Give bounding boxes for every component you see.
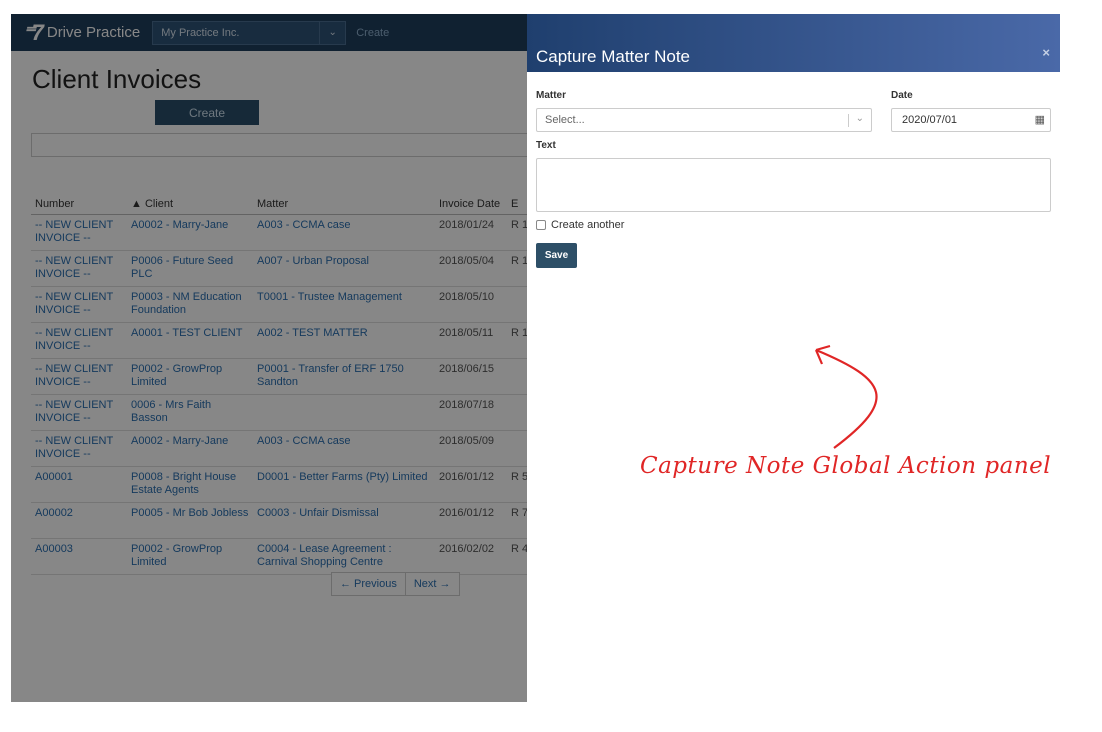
create-another-checkbox[interactable]: Create another — [536, 219, 624, 231]
annotation-arrow-icon — [814, 344, 878, 449]
annotation-label: Capture Note Global Action panel — [640, 453, 1052, 479]
date-label: Date — [891, 90, 913, 101]
calendar-icon[interactable]: ▦ — [1035, 113, 1045, 126]
modal-backdrop[interactable] — [11, 14, 527, 702]
panel-title: Capture Matter Note — [536, 47, 691, 66]
panel-header: Capture Matter Note × — [527, 14, 1060, 72]
chevron-down-icon: ⌄ — [855, 113, 864, 124]
select-divider — [848, 114, 849, 127]
create-another-label: Create another — [551, 219, 625, 231]
capture-note-panel: Capture Matter Note × Matter Select... ⌄… — [527, 14, 1060, 702]
date-field[interactable]: 2020/07/01 ▦ — [891, 108, 1051, 132]
save-button[interactable]: Save — [536, 243, 577, 268]
checkbox-icon[interactable] — [536, 220, 546, 230]
matter-select[interactable]: Select... ⌄ — [536, 108, 872, 132]
text-input[interactable] — [536, 158, 1051, 212]
matter-label: Matter — [536, 90, 567, 101]
close-icon[interactable]: × — [1042, 45, 1050, 60]
date-value: 2020/07/01 — [902, 114, 958, 126]
text-label: Text — [536, 140, 556, 151]
matter-select-placeholder: Select... — [545, 114, 585, 126]
